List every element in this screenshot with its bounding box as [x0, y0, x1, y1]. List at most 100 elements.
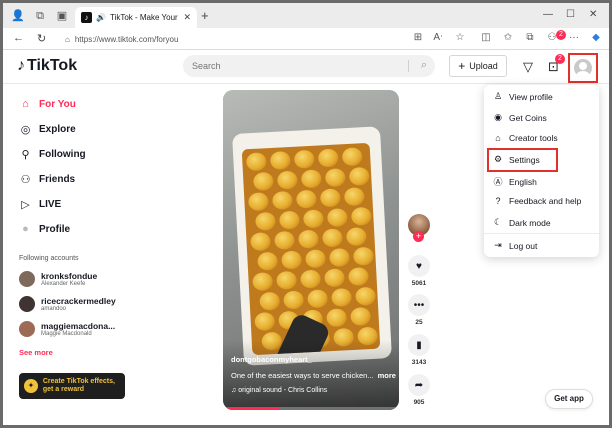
search-icon[interactable]: ⌕	[421, 59, 427, 72]
menu-item-label: Feedback and help	[509, 196, 582, 206]
collections-icon[interactable]: ⧉	[523, 32, 537, 43]
menu-item-view-profile[interactable]: ♙ View profile	[493, 91, 553, 102]
search-divider	[408, 60, 409, 72]
sidebar-item-following[interactable]: ⚲ Following	[19, 148, 86, 161]
sidebar-item-label: Friends	[39, 174, 76, 185]
messages-icon[interactable]: ▽	[523, 59, 533, 75]
search-input[interactable]	[192, 61, 402, 71]
video-potato	[252, 171, 274, 191]
following-account-kronksfondue[interactable]: kronksfondue Alexander Keefe	[19, 271, 97, 287]
read-aloud-icon[interactable]: Aᐧ	[431, 32, 445, 43]
settings-highlight-box	[487, 148, 558, 172]
menu-item-get-coins[interactable]: ◉ Get Coins	[493, 112, 547, 123]
minimize-button[interactable]: —	[543, 9, 553, 20]
tab-actions-icon[interactable]: ▣	[55, 9, 69, 23]
person-icon: ♙	[493, 91, 503, 101]
favorite-star-icon[interactable]: ☆	[453, 32, 467, 43]
sidebar-item-live[interactable]: ▷ LIVE	[19, 198, 61, 211]
following-account-ricecrackermedley[interactable]: ricecrackermedley amandoo	[19, 296, 116, 312]
moon-icon: ☾	[493, 217, 503, 227]
video-potato	[247, 192, 269, 212]
logout-icon: ⇥	[494, 240, 502, 250]
close-window-button[interactable]: ✕	[589, 9, 597, 20]
split-screen-icon[interactable]: ◫	[479, 32, 493, 43]
video-potato	[343, 187, 365, 207]
sidebar-item-explore[interactable]: ◎ Explore	[19, 123, 76, 136]
plus-icon: +	[458, 59, 466, 73]
favorites-icon[interactable]: ✩	[501, 32, 515, 43]
sidebar-item-for-you[interactable]: ⌂ For You	[19, 98, 76, 110]
url-field[interactable]: ⌂ https://www.tiktok.com/foryou	[65, 31, 405, 47]
video-potato	[257, 251, 279, 271]
video-author[interactable]: dontgobaconmyheart_	[231, 355, 312, 364]
sidebar-item-friends[interactable]: ⚇ Friends	[19, 173, 76, 186]
sidebar-item-label: Profile	[39, 223, 71, 235]
get-app-button[interactable]: Get app	[545, 389, 593, 409]
account-display-name: amandoo	[41, 306, 67, 312]
save-button[interactable]: ▮ 3143	[407, 334, 431, 366]
account-username: maggiemacdona...	[41, 321, 116, 331]
account-username: kronksfondue	[41, 271, 98, 281]
sidebar-item-profile[interactable]: ● Profile	[19, 223, 70, 235]
avatar	[574, 59, 592, 77]
video-potato	[348, 267, 369, 287]
workspaces-icon[interactable]: ⧉	[33, 9, 47, 23]
inbox-badge: 2	[555, 54, 565, 64]
audio-playing-icon[interactable]: 🔊	[96, 13, 106, 22]
menu-item-label: Get Coins	[509, 112, 547, 123]
back-button[interactable]: ←	[13, 32, 24, 44]
menu-item-english[interactable]: Ⓐ English	[493, 175, 536, 188]
video-potato	[317, 148, 339, 168]
tiktok-logo[interactable]: ♪ TikTok	[17, 57, 77, 75]
video-sound[interactable]: ♫ original sound - Chris Collins	[231, 387, 327, 394]
upload-label: Upload	[469, 61, 498, 71]
share-button[interactable]: ➦ 905	[407, 374, 431, 406]
more-menu-icon[interactable]: ···	[567, 32, 581, 43]
see-more-link[interactable]: See more	[19, 348, 53, 357]
sidebar: ⌂ For You ◎ Explore ⚲ Following ⚇ Friend…	[3, 85, 143, 425]
like-button[interactable]: ♥ 5061	[407, 255, 431, 287]
avatar	[19, 271, 35, 287]
video-potato	[271, 190, 293, 210]
video-potato	[324, 268, 345, 288]
new-tab-button[interactable]: +	[201, 8, 209, 23]
avatar	[19, 321, 35, 337]
menu-item-dark-mode[interactable]: ☾ Dark mode	[493, 217, 551, 228]
upload-button[interactable]: + Upload	[449, 55, 507, 77]
browser-tab-tiktok[interactable]: ♪ 🔊 TikTok - Make Your Day ✕	[75, 7, 197, 28]
follow-button[interactable]: +	[413, 231, 424, 242]
sidebar-item-label: Following	[39, 149, 86, 160]
following-account-maggiemacdonald[interactable]: maggiemacdona... Maggie Macdonald	[19, 321, 115, 337]
video-description: One of the easiest ways to serve chicken…	[231, 371, 396, 380]
profile-avatar-button[interactable]	[568, 53, 598, 83]
more-link[interactable]: more	[378, 371, 396, 380]
logo-text: TikTok	[27, 57, 78, 74]
video-potato	[300, 269, 322, 289]
menu-item-creator-tools[interactable]: ⌂ Creator tools	[493, 133, 558, 143]
comment-button[interactable]: ••• 25	[407, 294, 431, 326]
maximize-button[interactable]: ☐	[566, 9, 575, 20]
video-potato	[300, 169, 322, 189]
copilot-icon[interactable]: ◆	[589, 32, 603, 43]
browser-tab-bar: 👤 ⧉ ▣ ♪ 🔊 TikTok - Make Your Day ✕ + — ☐…	[3, 3, 609, 28]
create-effects-banner[interactable]: ✦ Create TikTok effects, get a reward	[19, 373, 125, 399]
share-count: 905	[413, 399, 425, 406]
home-icon[interactable]: ⌂	[65, 35, 70, 44]
video-potato	[274, 230, 295, 250]
video-progress-bar[interactable]	[223, 407, 399, 410]
bookmark-icon: ▮	[408, 334, 430, 356]
url-text: https://www.tiktok.com/foryou	[74, 34, 179, 44]
app-available-icon[interactable]: ⊞	[411, 32, 425, 43]
refresh-button[interactable]: ↻	[37, 32, 46, 45]
account-display-name: Alexander Keefe	[41, 281, 86, 287]
video-player[interactable]: dontgobaconmyheart_ One of the easiest w…	[223, 90, 399, 410]
language-icon: Ⓐ	[493, 177, 503, 187]
close-tab-icon[interactable]: ✕	[183, 12, 191, 23]
video-potato	[348, 166, 370, 186]
save-count: 3143	[411, 359, 427, 366]
profile-icon[interactable]: 👤	[11, 9, 25, 23]
sidebar-item-label: For You	[39, 98, 76, 110]
menu-item-label: Creator tools	[509, 133, 558, 143]
menu-item-feedback[interactable]: ? Feedback and help	[493, 196, 581, 206]
menu-item-log-out[interactable]: ⇥ Log out	[493, 240, 537, 251]
